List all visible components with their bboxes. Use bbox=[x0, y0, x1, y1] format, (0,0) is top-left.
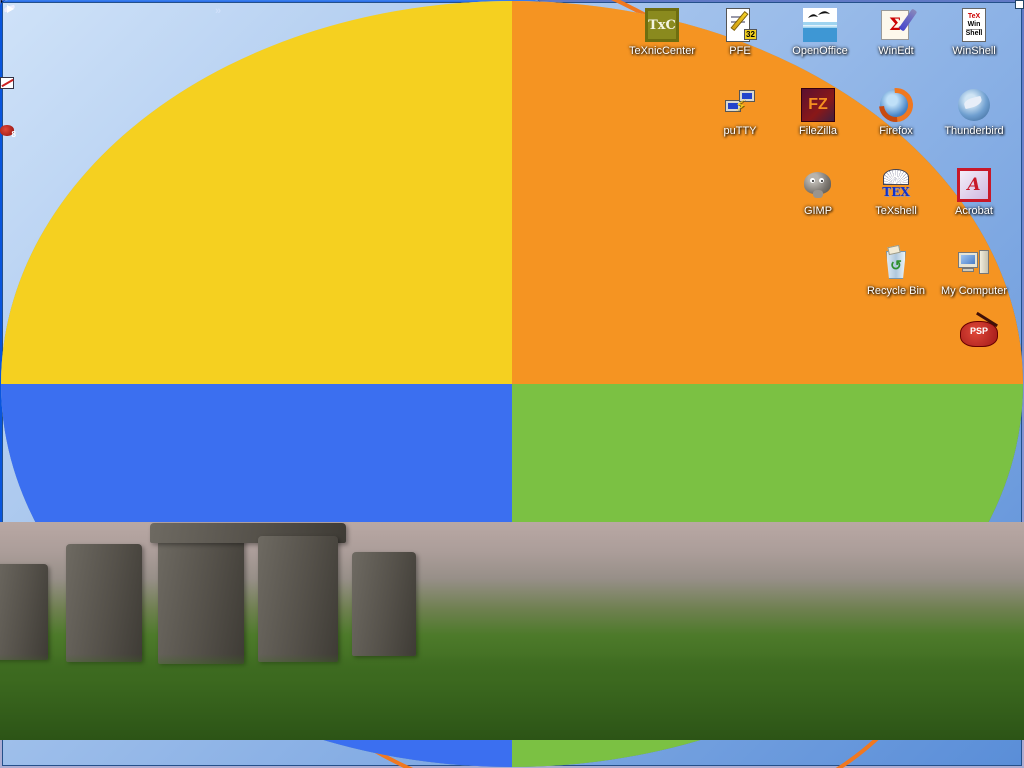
desktop-icon-gimp[interactable]: GIMP bbox=[779, 168, 857, 217]
yap-task-icon bbox=[0, 77, 14, 89]
winshell-icon: TeXWinShell bbox=[957, 8, 991, 42]
desktop-icon-openoffice[interactable]: OpenOffice bbox=[781, 8, 859, 57]
openoffice-icon bbox=[803, 8, 837, 42]
desktop-icon-filezilla[interactable]: FZ FileZilla bbox=[779, 88, 857, 137]
filezilla-icon: FZ bbox=[801, 88, 835, 122]
desktop-icon-paintshoppro[interactable]: PSP bbox=[960, 321, 998, 347]
putty-icon: ⚡︎ bbox=[723, 88, 757, 122]
gimp-icon bbox=[801, 168, 835, 202]
my-computer-icon bbox=[957, 248, 991, 282]
desktop-icon-acrobat[interactable]: A Acrobat bbox=[935, 168, 1013, 217]
wallpaper-stonehenge bbox=[0, 522, 1024, 740]
desktop-icon-texshell[interactable]: TEX TeXshell bbox=[857, 168, 935, 217]
desktop-icon-firefox[interactable]: Firefox bbox=[857, 88, 935, 137]
winedt-icon: Σ bbox=[879, 8, 913, 42]
desktop-icon-texniccenter[interactable]: TxC TeXnicCenter bbox=[623, 8, 701, 57]
texniccenter-icon: TxC bbox=[645, 8, 679, 42]
thunderbird-icon bbox=[957, 88, 991, 122]
acrobat-icon: A bbox=[957, 168, 991, 202]
pfe-icon: 32 bbox=[723, 8, 757, 42]
desktop-icon-putty[interactable]: ⚡︎ puTTY bbox=[701, 88, 779, 137]
firefox-icon bbox=[879, 88, 913, 122]
desktop-icon-winedt[interactable]: Σ WinEdt bbox=[857, 8, 935, 57]
texshell-icon: TEX bbox=[879, 168, 913, 202]
desktop-icon-winshell[interactable]: TeXWinShell WinShell bbox=[935, 8, 1013, 57]
desktop-icon-thunderbird[interactable]: Thunderbird bbox=[935, 88, 1013, 137]
desktop-icon-my-computer[interactable]: My Computer bbox=[935, 248, 1013, 297]
psp-icon-text: PSP bbox=[960, 326, 998, 336]
desktop-icon-recycle-bin[interactable]: ↺ Recycle Bin bbox=[857, 248, 935, 297]
psp-task-icon: 8 bbox=[0, 125, 14, 136]
chevron-more-icon[interactable]: » bbox=[215, 5, 221, 17]
desktop-icon-pfe[interactable]: 32 PFE bbox=[701, 8, 779, 57]
desktop: TxC TeXnicCenter 32 PFE OpenOffice Σ Win… bbox=[0, 0, 1024, 768]
recycle-bin-icon: ↺ bbox=[879, 248, 913, 282]
